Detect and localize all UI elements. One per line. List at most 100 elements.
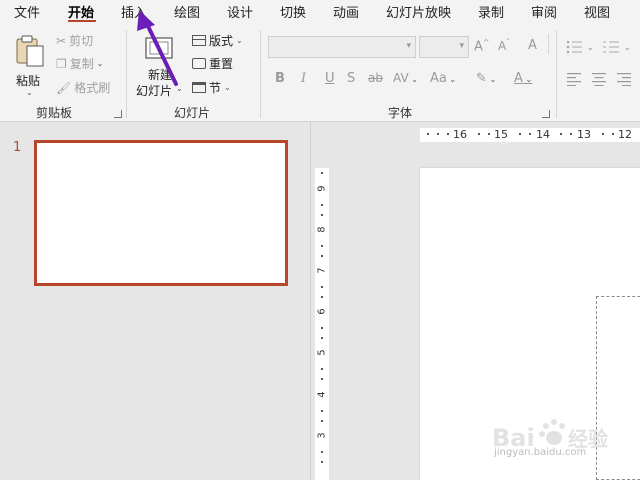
text-shadow-button[interactable]: S bbox=[347, 71, 355, 86]
ruler-tick bbox=[321, 327, 323, 329]
ruler-label: 3 bbox=[316, 432, 328, 439]
highlighter-icon: ✎ bbox=[476, 71, 487, 86]
powerpoint-window: 文件 开始 插入 绘图 设计 切换 动画 幻灯片放映 录制 审阅 视图 粘贴 ⌄… bbox=[0, 0, 640, 480]
tab-slideshow[interactable]: 幻灯片放映 bbox=[386, 2, 451, 21]
chevron-down-icon: ⌄ bbox=[96, 59, 104, 68]
scissors-icon: ✂ bbox=[56, 33, 67, 48]
chevron-down-icon: ⌄ bbox=[176, 84, 183, 93]
shrink-font-button[interactable]: Aˇ bbox=[498, 38, 510, 53]
cut-button[interactable]: ✂ 剪切 bbox=[56, 32, 93, 49]
italic-button[interactable]: I bbox=[301, 71, 306, 86]
ruler-tick bbox=[488, 133, 490, 135]
font-size-dropdown[interactable]: ▾ bbox=[419, 36, 469, 58]
tab-design[interactable]: 设计 bbox=[227, 2, 253, 21]
tab-transitions[interactable]: 切换 bbox=[280, 2, 306, 21]
new-slide-button[interactable]: 新建 幻灯片 ⌄ bbox=[134, 32, 183, 98]
slide-thumbnail[interactable] bbox=[34, 140, 288, 286]
ruler-tick bbox=[321, 337, 323, 339]
ruler-tick bbox=[321, 420, 323, 422]
divider bbox=[548, 34, 549, 54]
ruler-tick bbox=[321, 286, 323, 288]
character-spacing-button[interactable]: AV ⌄ bbox=[393, 71, 418, 85]
align-left-icon[interactable] bbox=[567, 72, 583, 86]
slides-group-label: 幻灯片 bbox=[174, 106, 211, 120]
ruler-tick bbox=[447, 133, 449, 135]
align-center-icon[interactable] bbox=[592, 72, 608, 86]
font-dialog-launcher[interactable] bbox=[542, 110, 550, 118]
layout-button[interactable]: 版式 ⌄ bbox=[192, 32, 243, 49]
reset-button[interactable]: 重置 bbox=[192, 55, 233, 72]
slide-number: 1 bbox=[13, 140, 22, 155]
ruler-tick bbox=[321, 204, 323, 206]
ruler-tick bbox=[602, 133, 604, 135]
chevron-down-icon: ▾ bbox=[406, 41, 411, 51]
align-right-icon[interactable] bbox=[617, 72, 633, 86]
ruler-tick bbox=[427, 133, 429, 135]
paintbrush-icon: 🖌 bbox=[56, 80, 72, 95]
paste-label: 粘贴 bbox=[16, 74, 41, 88]
section-icon bbox=[192, 82, 206, 93]
tab-insert[interactable]: 插入 bbox=[121, 2, 147, 21]
ruler-tick bbox=[321, 368, 323, 370]
group-divider bbox=[126, 30, 127, 118]
ruler-label: 14 bbox=[536, 128, 550, 141]
ruler-label: 9 bbox=[316, 185, 328, 192]
ruler-label: 8 bbox=[316, 226, 328, 233]
tab-animations[interactable]: 动画 bbox=[333, 2, 359, 21]
ruler-label: 16 bbox=[453, 128, 467, 141]
clipboard-group-label: 剪贴板 bbox=[36, 106, 73, 120]
ruler-label: 6 bbox=[316, 308, 328, 315]
numbering-icon[interactable]: ⌄ bbox=[603, 40, 633, 54]
tab-draw[interactable]: 绘图 bbox=[174, 2, 200, 21]
clear-format-button[interactable]: A bbox=[528, 38, 537, 53]
tab-record[interactable]: 录制 bbox=[478, 2, 504, 21]
tab-file[interactable]: 文件 bbox=[14, 2, 40, 21]
ruler-tick bbox=[321, 410, 323, 412]
active-tab-indicator bbox=[68, 20, 96, 22]
svg-text:⌄: ⌄ bbox=[624, 43, 631, 52]
format-painter-button[interactable]: 🖌 格式刷 bbox=[56, 79, 110, 96]
ribbon-tab-bar: 文件 开始 插入 绘图 设计 切换 动画 幻灯片放映 录制 审阅 视图 bbox=[0, 0, 640, 24]
chevron-down-icon: ⌄ bbox=[26, 88, 33, 97]
highlight-button[interactable]: ✎ ⌄ bbox=[476, 71, 496, 86]
svg-text:⌄: ⌄ bbox=[587, 43, 594, 52]
ruler-tick bbox=[321, 214, 323, 216]
ruler-tick bbox=[321, 255, 323, 257]
chevron-down-icon: ⌄ bbox=[236, 36, 243, 45]
ruler-label: 12 bbox=[618, 128, 632, 141]
ruler-tick bbox=[321, 451, 323, 453]
ruler-tick bbox=[519, 133, 521, 135]
font-color-button[interactable]: A ⌄ bbox=[514, 71, 532, 86]
ruler-label: 4 bbox=[316, 391, 328, 398]
layout-icon bbox=[192, 35, 206, 46]
ruler-tick bbox=[612, 133, 614, 135]
ruler-tick bbox=[570, 133, 572, 135]
group-divider bbox=[260, 30, 261, 118]
bold-button[interactable]: B bbox=[275, 71, 285, 86]
copy-icon: ❐ bbox=[56, 56, 67, 71]
ruler-tick bbox=[560, 133, 562, 135]
tab-home[interactable]: 开始 bbox=[68, 2, 94, 21]
ruler-tick bbox=[478, 133, 480, 135]
underline-button[interactable]: U bbox=[325, 71, 335, 86]
group-divider bbox=[556, 30, 557, 118]
change-case-button[interactable]: Aa ⌄ bbox=[430, 71, 456, 86]
strikethrough-button[interactable]: ab bbox=[368, 71, 383, 85]
ruler-tick bbox=[321, 378, 323, 380]
clipboard-dialog-launcher[interactable] bbox=[114, 110, 122, 118]
chevron-down-icon: ▾ bbox=[459, 41, 464, 51]
copy-button[interactable]: ❐ 复制 ⌄ bbox=[56, 55, 103, 72]
ruler-label: 13 bbox=[577, 128, 591, 141]
ruler-tick bbox=[321, 172, 323, 174]
watermark-url: jingyan.baidu.com bbox=[494, 447, 587, 458]
paste-button[interactable]: 粘贴 ⌄ bbox=[12, 32, 46, 97]
tab-review[interactable]: 审阅 bbox=[531, 2, 557, 21]
tab-view[interactable]: 视图 bbox=[584, 2, 610, 21]
ribbon: 粘贴 ⌄ ✂ 剪切 ❐ 复制 ⌄ 🖌 格式刷 剪贴板 新建 幻灯片 ⌄ 版式 ⌄… bbox=[0, 24, 640, 122]
bullets-icon[interactable]: ⌄ bbox=[566, 40, 596, 54]
grow-font-button[interactable]: A^ bbox=[474, 38, 490, 54]
ruler-tick bbox=[321, 296, 323, 298]
font-group-label: 字体 bbox=[388, 106, 413, 120]
section-button[interactable]: 节 ⌄ bbox=[192, 79, 231, 96]
font-name-dropdown[interactable]: ▾ bbox=[268, 36, 416, 58]
